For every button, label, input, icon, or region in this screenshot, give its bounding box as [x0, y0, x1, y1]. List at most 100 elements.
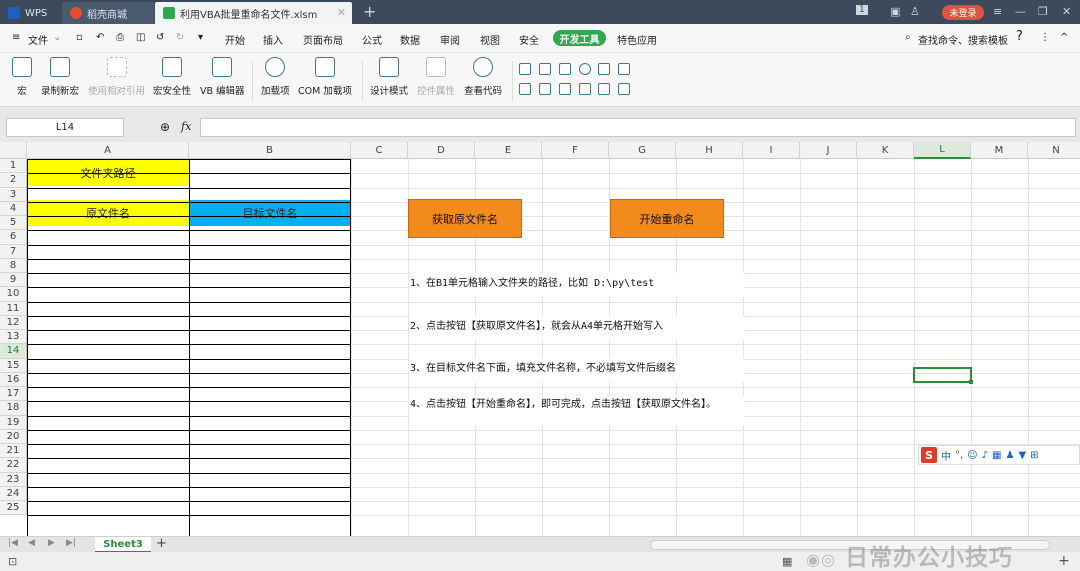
row-header[interactable]: 18 [0, 401, 27, 416]
menu-special-apps[interactable]: 特色应用 [617, 32, 657, 47]
row-header[interactable]: 12 [0, 315, 27, 330]
row-header[interactable]: 1 [0, 159, 27, 174]
normal-view-icon[interactable]: ▦ [782, 555, 792, 568]
menu-insert[interactable]: 插入 [263, 32, 283, 47]
menu-developer[interactable]: 开发工具 [553, 30, 606, 46]
row-header[interactable]: 15 [0, 358, 27, 373]
row-header[interactable]: 4 [0, 201, 27, 216]
row-header[interactable]: 3 [0, 187, 27, 202]
column-header-b[interactable]: B [189, 142, 351, 159]
menu-file[interactable]: 文件 [28, 32, 48, 47]
start-rename-button[interactable]: 开始重命名 [610, 199, 724, 238]
skin-icon[interactable]: ▣ [890, 5, 900, 18]
column-header-k[interactable]: K [857, 142, 914, 159]
menu-icon[interactable]: ≡ [993, 5, 1002, 18]
listbox-control-icon[interactable] [598, 63, 610, 75]
column-header-a[interactable]: A [27, 142, 189, 159]
relative-reference-button[interactable]: 使用相对引用 [88, 57, 145, 97]
emoji-icon[interactable]: ☺ [967, 450, 977, 461]
restore-icon[interactable]: ❐ [1038, 5, 1048, 18]
column-header-g[interactable]: G [609, 142, 676, 159]
next-sheet-icon[interactable]: ▶ [48, 538, 55, 548]
redo-icon[interactable]: ↻ [176, 32, 184, 43]
textbox-control-icon[interactable] [559, 63, 571, 75]
menu-page-layout[interactable]: 页面布局 [303, 32, 343, 47]
row-header[interactable]: 2 [0, 173, 27, 188]
microphone-icon[interactable]: ♪ [982, 450, 988, 461]
ime-language[interactable]: 中 [941, 448, 951, 463]
row-header[interactable]: 7 [0, 244, 27, 259]
tab-workbook[interactable]: 利用VBA批量重命名文件.xlsm ✕ [155, 2, 352, 24]
keyboard-icon[interactable]: ▦ [992, 450, 1001, 461]
menu-home[interactable]: 开始 [225, 32, 245, 47]
design-mode-button[interactable]: 设计模式 [370, 57, 408, 97]
column-header-l[interactable]: L [914, 142, 971, 159]
chevron-down-icon[interactable]: ⌄ [53, 32, 61, 43]
column-header-j[interactable]: J [800, 142, 857, 159]
tab-docer-store[interactable]: 稻壳商城 [62, 2, 154, 24]
macro-button[interactable]: 宏 [12, 57, 32, 97]
column-header-h[interactable]: H [676, 142, 743, 159]
column-header-c[interactable]: C [351, 142, 408, 159]
fill-handle[interactable] [969, 380, 973, 384]
search-icon[interactable]: ⌕ [905, 32, 911, 43]
function-icon[interactable]: fx [181, 120, 191, 133]
row-header[interactable]: 6 [0, 230, 27, 245]
row-header[interactable]: 24 [0, 486, 27, 501]
row-header[interactable]: 8 [0, 258, 27, 273]
prev-sheet-icon[interactable]: ◀ [28, 538, 35, 548]
add-sheet-button[interactable]: + [156, 536, 167, 551]
skin-shirt-icon[interactable]: ▼ [1018, 450, 1026, 461]
sheet-tab-sheet3[interactable]: Sheet3 [95, 537, 151, 553]
hamburger-icon[interactable]: ≡ [12, 32, 20, 43]
row-header[interactable]: 10 [0, 287, 27, 302]
window-close-icon[interactable]: ✕ [1062, 5, 1071, 18]
collapse-ribbon-icon[interactable]: ^ [1060, 32, 1068, 43]
sogou-logo-icon[interactable]: S [921, 447, 937, 463]
minimize-icon[interactable]: — [1015, 5, 1026, 18]
close-icon[interactable]: ✕ [337, 6, 346, 19]
column-header-i[interactable]: I [743, 142, 800, 159]
first-sheet-icon[interactable]: |◀ [8, 538, 18, 548]
row-header[interactable]: 23 [0, 472, 27, 487]
print-icon[interactable]: ⎙ [116, 32, 124, 43]
option-button-control-icon[interactable] [579, 63, 591, 75]
save-icon[interactable]: ▫ [76, 32, 83, 43]
more-icon[interactable]: ⋮ [1040, 32, 1050, 43]
column-header-e[interactable]: E [475, 142, 542, 159]
menu-security[interactable]: 安全 [519, 32, 539, 47]
tab-wps[interactable]: WPS [0, 2, 58, 24]
row-header[interactable]: 9 [0, 273, 27, 288]
image-control-icon[interactable] [598, 83, 610, 95]
column-header-f[interactable]: F [542, 142, 609, 159]
spin-control-icon[interactable] [539, 83, 551, 95]
help-icon[interactable]: ? [1016, 29, 1023, 44]
add-ins-button[interactable]: 加载项 [261, 57, 290, 97]
row-header[interactable]: 20 [0, 429, 27, 444]
login-button[interactable]: 未登录 [942, 5, 984, 20]
column-header-d[interactable]: D [408, 142, 475, 159]
vb-editor-button[interactable]: VB 编辑器 [200, 57, 245, 97]
more-controls-icon[interactable] [618, 83, 630, 95]
frame-control-icon[interactable] [579, 83, 591, 95]
get-file-names-button[interactable]: 获取原文件名 [408, 199, 522, 238]
ime-toolbar[interactable]: S 中 °, ☺ ♪ ▦ ♟ ▼ ⊞ [918, 445, 1080, 465]
combobox-control-icon[interactable] [618, 63, 630, 75]
macro-status-icon[interactable]: ⊡ [8, 555, 17, 568]
view-code-button[interactable]: 查看代码 [464, 57, 502, 97]
toggle-control-icon[interactable] [519, 83, 531, 95]
record-macro-button[interactable]: 录制新宏 [41, 57, 79, 97]
menu-data[interactable]: 数据 [400, 32, 420, 47]
control-properties-button[interactable]: 控件属性 [417, 57, 455, 97]
checkbox-control-icon[interactable] [519, 63, 531, 75]
row-header[interactable]: 13 [0, 330, 27, 345]
row-header[interactable]: 5 [0, 216, 27, 231]
selected-cell-l14[interactable] [913, 367, 972, 383]
select-all-corner[interactable] [0, 142, 27, 159]
name-box[interactable]: L14 [6, 118, 124, 137]
spreadsheet-grid[interactable]: A B C D E F G H I J K L M N 1 2 3 4 5 6 7 8 9 10 1… [0, 142, 1080, 536]
column-header-n[interactable]: N [1028, 142, 1080, 159]
row-header[interactable]: 17 [0, 387, 27, 402]
row-header[interactable]: 22 [0, 458, 27, 473]
row-header[interactable]: 11 [0, 301, 27, 316]
